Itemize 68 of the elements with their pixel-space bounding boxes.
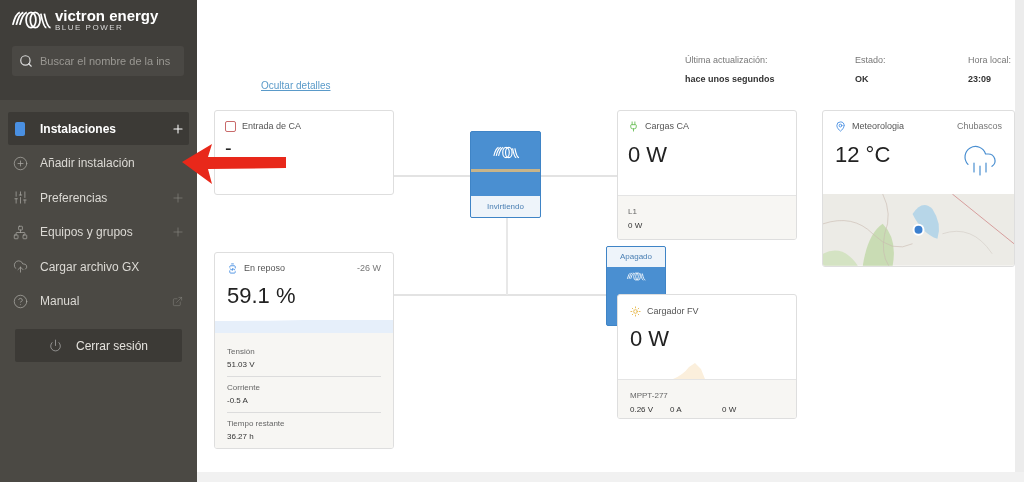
detail-label: Corriente: [227, 382, 261, 394]
info-value: 23:09: [968, 72, 993, 86]
help-icon: [12, 293, 28, 309]
info-value: hace unos segundos: [685, 72, 776, 86]
sidebar-item-label: Preferencias: [40, 189, 109, 207]
detail-value: 51.03 V: [227, 359, 256, 371]
card-title: Cargas CA: [645, 120, 689, 133]
external-link-icon: [172, 295, 183, 307]
battery-power: -26 W: [357, 262, 381, 275]
power-icon: [49, 339, 62, 352]
sidebar-item[interactable]: Equipos y grupos: [8, 215, 189, 249]
victron-coil-icon: [626, 271, 646, 282]
reading-value: 0 A: [670, 404, 683, 416]
card-value: -: [225, 137, 233, 158]
card-title: Meteorologia: [852, 120, 905, 133]
network-icon: [12, 224, 28, 240]
card-value: 0 W: [628, 140, 669, 169]
info-value: OK: [855, 72, 870, 86]
detail-value: -0.5 A: [227, 395, 249, 407]
sun-icon: [630, 306, 641, 318]
detail-label: Tiempo restante: [227, 418, 286, 430]
logo-icon: [10, 8, 52, 32]
card-title: Entrada de CA: [242, 120, 302, 133]
sidebar-item-label: Cargar archivo GX: [40, 258, 141, 276]
detail-label: Tensión: [227, 346, 256, 358]
sidebar-item-label: Añadir instalación: [40, 155, 136, 172]
meter-icon: [225, 121, 236, 133]
temperature: 12 °C: [835, 140, 892, 169]
card-title: Cargador FV: [647, 305, 699, 318]
card-title: En reposo: [244, 262, 287, 275]
sliders-icon: [12, 190, 28, 205]
battery-icon: [227, 263, 238, 275]
detail-value: 36.27 h: [227, 431, 255, 443]
sidebar-item-label: Instalaciones: [40, 120, 118, 138]
logout-button[interactable]: Cerrar sesión: [15, 329, 182, 362]
phase-label: L1: [628, 206, 638, 218]
search-field[interactable]: Buscar el nombre de la ins: [12, 46, 184, 76]
sidebar-item[interactable]: Añadir instalación: [8, 146, 189, 180]
inverter-status: Invirtiendo: [471, 196, 540, 217]
sidebar-item[interactable]: Cargar archivo GX: [8, 250, 189, 283]
cloud-upload-icon: [12, 259, 28, 274]
search-icon: [19, 54, 33, 68]
card-value: 59.1 %: [227, 281, 297, 310]
charger-status: Apagado: [607, 247, 665, 267]
sidebar-item[interactable]: Instalaciones: [8, 112, 189, 145]
weather-condition: Chubascos: [956, 120, 1002, 133]
victron-coil-icon: [491, 145, 520, 160]
card-value: 0 W: [630, 324, 671, 353]
add-icon: [171, 225, 185, 239]
info-label: Hora local:: [968, 54, 1013, 67]
add-icon: [171, 121, 185, 136]
plug-icon: [628, 121, 639, 133]
phase-value: 0 W: [628, 220, 644, 232]
sidebar-item[interactable]: Manual: [8, 284, 189, 318]
bookmark-icon: [15, 121, 25, 136]
logo-text: victron energy: [55, 8, 159, 23]
reading-value: 0 W: [722, 404, 737, 416]
info-label: Última actualización:: [685, 54, 769, 67]
add-icon: [171, 190, 185, 205]
reading-value: 0.26 V: [630, 404, 655, 416]
device-name: MPPT-277: [630, 390, 669, 402]
sidebar-item-label: Equipos y grupos: [40, 224, 134, 241]
info-label: Estado:: [855, 54, 887, 67]
logo-tagline: BLUE POWER: [55, 24, 124, 32]
location-pin-icon: [835, 121, 846, 133]
add-circle-icon: [12, 155, 28, 171]
sidebar-item-label: Manual: [40, 293, 81, 310]
sidebar-item[interactable]: Preferencias: [8, 181, 189, 214]
